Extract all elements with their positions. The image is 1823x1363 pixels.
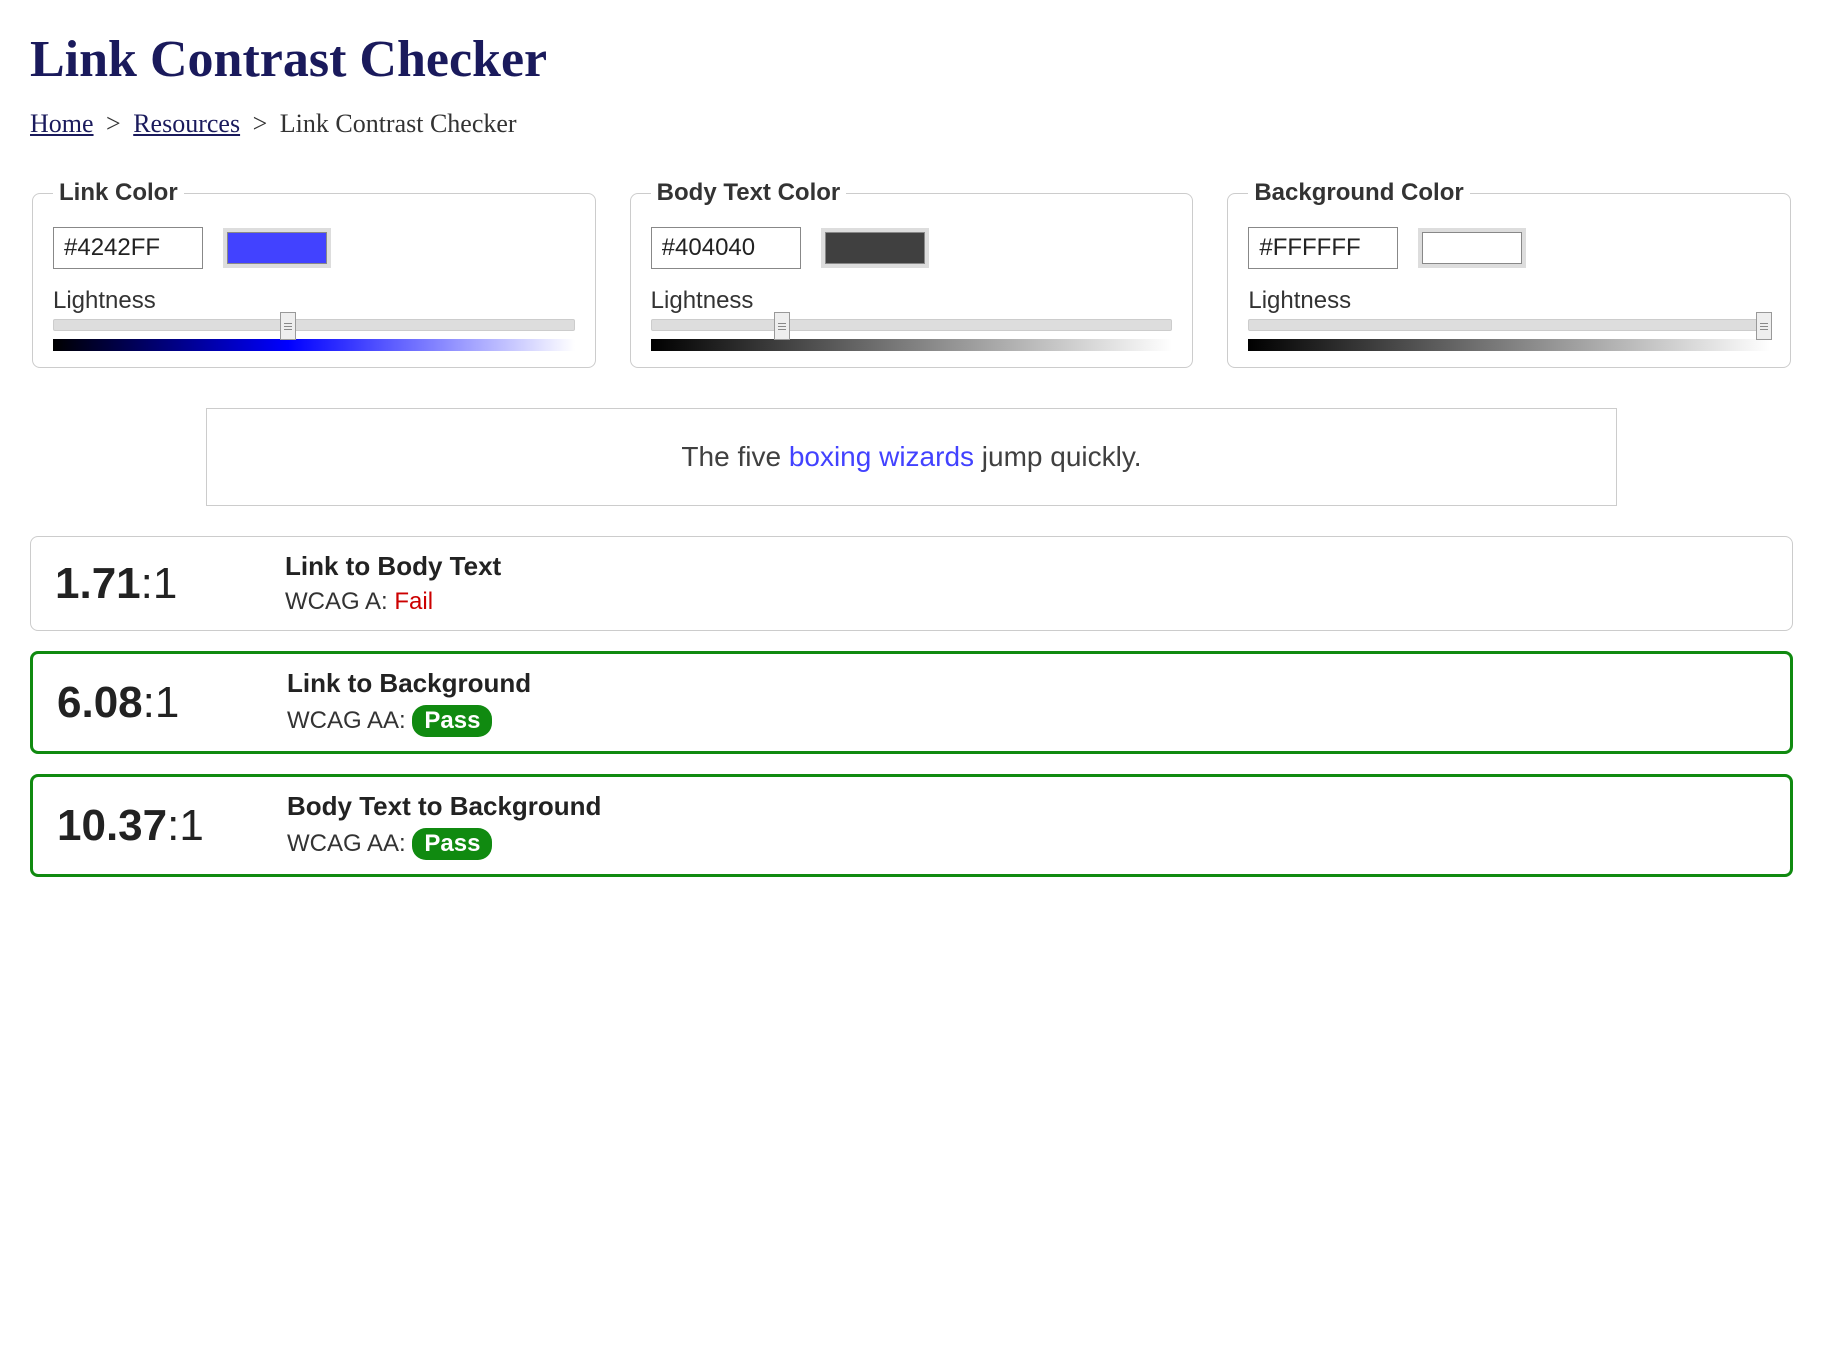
bg-lightness-gradient: [1248, 339, 1770, 351]
body-color-legend: Body Text Color: [651, 179, 847, 207]
result-info: Body Text to Background WCAG AA: Pass: [287, 791, 601, 860]
page-title: Link Contrast Checker: [30, 30, 1793, 89]
link-lightness-label: Lightness: [53, 287, 575, 315]
breadcrumb: Home > Resources > Link Contrast Checker: [30, 109, 1793, 139]
bg-lightness-slider[interactable]: [1248, 319, 1770, 331]
body-lightness-label: Lightness: [651, 287, 1173, 315]
link-color-swatch-frame: [223, 228, 331, 268]
wcag-level-label: WCAG AA:: [287, 830, 412, 857]
contrast-ratio-value: 10.37: [57, 801, 167, 850]
body-color-hex-input[interactable]: [651, 227, 801, 269]
breadcrumb-current: Link Contrast Checker: [280, 109, 517, 138]
breadcrumb-resources[interactable]: Resources: [133, 109, 240, 138]
breadcrumb-home[interactable]: Home: [30, 109, 94, 138]
breadcrumb-sep: >: [247, 109, 274, 138]
preview-body-text-prefix: The five: [681, 441, 788, 472]
result-title: Link to Body Text: [285, 551, 501, 582]
body-color-swatch-frame: [821, 228, 929, 268]
bg-color-picker: Background Color Lightness: [1227, 179, 1791, 368]
bg-color-hex-input[interactable]: [1248, 227, 1398, 269]
result-status-line: WCAG A: Fail: [285, 588, 501, 616]
results-list: 1.71:1Link to Body TextWCAG A: Fail6.08:…: [30, 536, 1793, 877]
link-color-legend: Link Color: [53, 179, 184, 207]
bg-color-legend: Background Color: [1248, 179, 1469, 207]
body-lightness-slider[interactable]: [651, 319, 1173, 331]
contrast-ratio-value: 6.08: [57, 678, 143, 727]
preview-link-text: boxing wizards: [789, 441, 974, 472]
body-lightness-thumb[interactable]: [774, 312, 790, 340]
contrast-ratio: 6.08:1: [57, 678, 257, 728]
bg-color-swatch-frame: [1418, 228, 1526, 268]
preview-box: The five boxing wizards jump quickly.: [206, 408, 1616, 506]
status-pass-badge: Pass: [412, 705, 492, 737]
body-color-swatch[interactable]: [825, 232, 925, 264]
contrast-ratio: 1.71:1: [55, 559, 255, 609]
contrast-ratio-suffix: :1: [143, 678, 180, 727]
color-pickers: Link Color Lightness Body Text Color Lig…: [30, 179, 1793, 368]
bg-lightness-thumb[interactable]: [1756, 312, 1772, 340]
contrast-ratio-value: 1.71: [55, 559, 141, 608]
preview-body-text-suffix: jump quickly.: [974, 441, 1142, 472]
result-title: Link to Background: [287, 668, 531, 699]
link-color-hex-input[interactable]: [53, 227, 203, 269]
result-title: Body Text to Background: [287, 791, 601, 822]
bg-lightness-label: Lightness: [1248, 287, 1770, 315]
body-lightness-gradient: [651, 339, 1173, 351]
result-status-line: WCAG AA: Pass: [287, 828, 601, 860]
body-color-picker: Body Text Color Lightness: [630, 179, 1194, 368]
result-info: Link to Body Text WCAG A: Fail: [285, 551, 501, 616]
link-lightness-thumb[interactable]: [280, 312, 296, 340]
link-lightness-gradient: [53, 339, 575, 351]
result-info: Link to Background WCAG AA: Pass: [287, 668, 531, 737]
contrast-ratio-suffix: :1: [141, 559, 178, 608]
result-card: 10.37:1 Body Text to Background WCAG AA: P…: [30, 774, 1793, 877]
result-status-line: WCAG AA: Pass: [287, 705, 531, 737]
breadcrumb-sep: >: [100, 109, 127, 138]
result-card: 1.71:1 Link to Body Text WCAG A: Fail: [30, 536, 1793, 631]
link-color-swatch[interactable]: [227, 232, 327, 264]
status-pass-badge: Pass: [412, 828, 492, 860]
contrast-ratio-suffix: :1: [167, 801, 204, 850]
contrast-ratio: 10.37:1: [57, 801, 257, 851]
bg-color-swatch[interactable]: [1422, 232, 1522, 264]
status-fail-text: Fail: [394, 588, 433, 615]
result-card: 6.08:1 Link to Background WCAG AA: Pass: [30, 651, 1793, 754]
link-lightness-slider[interactable]: [53, 319, 575, 331]
wcag-level-label: WCAG A:: [285, 588, 394, 615]
link-color-picker: Link Color Lightness: [32, 179, 596, 368]
wcag-level-label: WCAG AA:: [287, 707, 412, 734]
